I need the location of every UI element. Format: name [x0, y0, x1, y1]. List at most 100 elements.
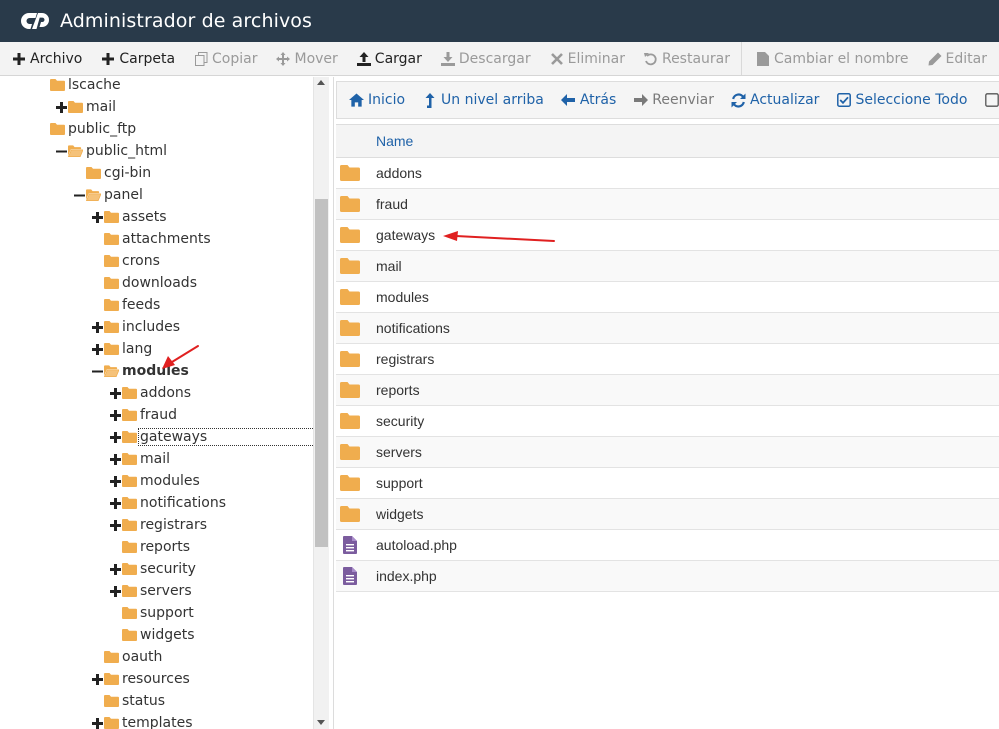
tree-item-lscache[interactable]: lscache [37, 77, 121, 96]
home-button[interactable]: Inicio [349, 92, 405, 108]
copy-button[interactable]: Copiar [194, 51, 257, 67]
expand-icon[interactable] [109, 563, 121, 575]
new-file-button[interactable]: Archivo [12, 51, 82, 67]
file-name[interactable]: security [376, 413, 424, 429]
table-row[interactable]: autoload.php [336, 530, 999, 561]
expand-icon[interactable] [55, 101, 67, 113]
expand-icon[interactable] [109, 497, 121, 509]
table-row[interactable]: fraud [336, 189, 999, 220]
refresh-button[interactable]: Actualizar [731, 92, 819, 108]
tree-item-widgets[interactable]: widgets [109, 624, 195, 646]
tree-item-reports[interactable]: reports [109, 536, 190, 558]
upload-button[interactable]: Cargar [356, 51, 422, 67]
tree-item-downloads[interactable]: downloads [91, 272, 197, 294]
tree-item-templates[interactable]: templates [91, 712, 193, 729]
tree-item-panel[interactable]: panel [73, 184, 143, 206]
file-name[interactable]: servers [376, 444, 422, 460]
scroll-thumb[interactable] [315, 199, 328, 547]
file-name[interactable]: reports [376, 382, 420, 398]
table-row[interactable]: modules [336, 282, 999, 313]
collapse-icon[interactable] [91, 365, 103, 377]
tree-item-resources[interactable]: resources [91, 668, 190, 690]
tree-item-fraud[interactable]: fraud [109, 404, 177, 426]
forward-button[interactable]: Reenviar [633, 92, 714, 108]
expand-icon[interactable] [91, 717, 103, 729]
file-name[interactable]: addons [376, 165, 422, 181]
expand-icon[interactable] [91, 211, 103, 223]
back-button[interactable]: Atrás [561, 92, 616, 108]
table-row[interactable]: notifications [336, 313, 999, 344]
expand-icon[interactable] [91, 343, 103, 355]
new-folder-button[interactable]: Carpeta [101, 51, 175, 67]
table-row[interactable]: servers [336, 437, 999, 468]
edit-button[interactable]: Editar [928, 51, 987, 67]
file-name[interactable]: autoload.php [376, 537, 457, 553]
file-name[interactable]: fraud [376, 196, 408, 212]
scroll-up-icon[interactable] [317, 80, 325, 85]
tree-item-mail[interactable]: mail [109, 448, 170, 470]
tree-item-support[interactable]: support [109, 602, 194, 624]
tree-item-oauth[interactable]: oauth [91, 646, 162, 668]
tree-item-notifications[interactable]: notifications [109, 492, 226, 514]
name-column-header[interactable]: Name [376, 133, 413, 149]
table-row[interactable]: index.php [336, 561, 999, 592]
expand-icon[interactable] [109, 453, 121, 465]
file-name[interactable]: widgets [376, 506, 423, 522]
file-name[interactable]: mail [376, 258, 402, 274]
table-row[interactable]: widgets [336, 499, 999, 530]
up-one-level-button[interactable]: Un nivel arriba [422, 92, 544, 108]
table-row[interactable]: gateways [336, 220, 999, 251]
tree-item-modules[interactable]: modules [109, 470, 200, 492]
tree-item-public-ftp[interactable]: public_ftp [37, 118, 136, 140]
tree-item-public-html[interactable]: public_html [55, 140, 167, 162]
tree-item-label: registrars [140, 517, 208, 533]
tree-item-modules[interactable]: modules [91, 360, 189, 382]
move-button[interactable]: Mover [276, 51, 338, 67]
expand-icon[interactable] [109, 475, 121, 487]
table-row[interactable]: security [336, 406, 999, 437]
tree-item-gateways[interactable]: gateways [109, 426, 313, 448]
expand-icon[interactable] [109, 409, 121, 421]
tree-item-addons[interactable]: addons [109, 382, 191, 404]
delete-button[interactable]: Eliminar [550, 51, 625, 67]
download-button[interactable]: Descargar [440, 51, 531, 67]
unselect-all-button[interactable] [984, 93, 999, 108]
expand-icon[interactable] [109, 585, 121, 597]
select-all-button[interactable]: Seleccione Todo [836, 92, 967, 108]
tree-item-cgi-bin[interactable]: cgi-bin [73, 162, 151, 184]
collapse-icon[interactable] [55, 145, 67, 157]
tree-item-security[interactable]: security [109, 558, 196, 580]
table-row[interactable]: support [336, 468, 999, 499]
tree-item-lang[interactable]: lang [91, 338, 152, 360]
tree-item-servers[interactable]: servers [109, 580, 192, 602]
file-name[interactable]: support [376, 475, 423, 491]
tree-item-mail[interactable]: mail [55, 96, 116, 118]
file-name[interactable]: modules [376, 289, 429, 305]
file-name[interactable]: gateways [376, 227, 435, 243]
tree-item-includes[interactable]: includes [91, 316, 180, 338]
tree-scrollbar[interactable] [313, 77, 329, 729]
tree-item-status[interactable]: status [91, 690, 165, 712]
expand-icon[interactable] [109, 387, 121, 399]
tree-item-feeds[interactable]: feeds [91, 294, 160, 316]
table-row[interactable]: addons [336, 158, 999, 189]
tree-item-attachments[interactable]: attachments [91, 228, 211, 250]
table-row[interactable]: registrars [336, 344, 999, 375]
expand-icon[interactable] [109, 431, 121, 443]
expand-icon[interactable] [91, 673, 103, 685]
table-row[interactable]: reports [336, 375, 999, 406]
restore-button[interactable]: Restaurar [643, 51, 730, 67]
collapse-icon[interactable] [73, 189, 85, 201]
tree-item-registrars[interactable]: registrars [109, 514, 207, 536]
checkbox-empty-icon [984, 93, 999, 108]
rename-button[interactable]: Cambiar el nombre [756, 51, 909, 67]
table-row[interactable]: mail [336, 251, 999, 282]
expand-icon[interactable] [91, 321, 103, 333]
expand-icon[interactable] [109, 519, 121, 531]
file-name[interactable]: notifications [376, 320, 450, 336]
scroll-down-icon[interactable] [317, 720, 325, 725]
tree-item-assets[interactable]: assets [91, 206, 167, 228]
file-name[interactable]: registrars [376, 351, 434, 367]
tree-item-crons[interactable]: crons [91, 250, 160, 272]
file-name[interactable]: index.php [376, 568, 437, 584]
